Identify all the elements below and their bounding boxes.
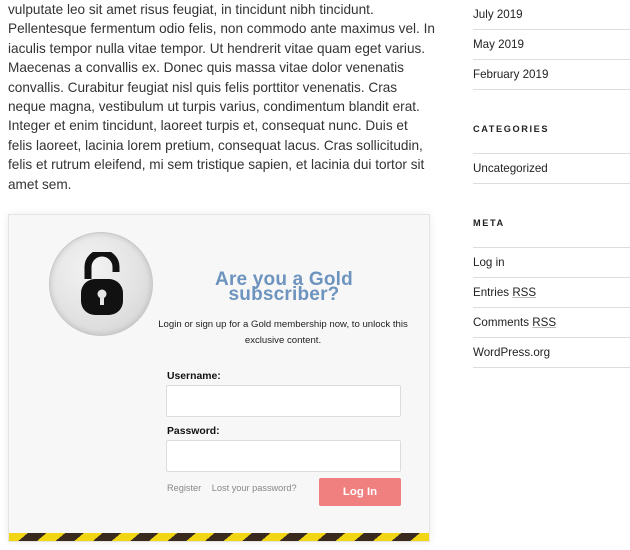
paywall-description: Login or sign up for a Gold membership n… <box>149 317 417 349</box>
login-button[interactable]: Log In <box>319 478 401 506</box>
categories-list: Uncategorized <box>473 153 630 184</box>
post-line: felis et rutrum eleifend, mi sem tristiq… <box>8 157 425 173</box>
comments-rss-prefix: Comments <box>473 316 533 329</box>
post-line: iaculis tempor nulla vitae tempor. Ut he… <box>8 40 426 56</box>
paywall-title: Are you a Gold subscriber? <box>184 270 384 305</box>
meta-list: Log in Entries RSS Comments RSS WordPres… <box>473 247 630 368</box>
lost-password-link[interactable]: Lost your password? <box>212 483 297 493</box>
post-line: Maecenas a convallis ex. Donec quis mass… <box>8 60 404 76</box>
meta-wordpress-link[interactable]: WordPress.org <box>473 338 630 368</box>
meta-comments-rss-link[interactable]: Comments RSS <box>473 308 630 338</box>
padlock-open-icon <box>49 232 153 336</box>
post-line: felis laoreet, lacinia lorem pretium, co… <box>8 137 423 153</box>
categories-widget-title: CATEGORIES <box>473 124 550 134</box>
paywall-description-line: Login or sign up for a Gold membership n… <box>158 319 408 330</box>
username-label: Username: <box>167 371 221 382</box>
hazard-stripe <box>9 533 429 541</box>
password-label: Password: <box>167 426 220 437</box>
meta-widget-title: META <box>473 218 505 228</box>
post-line: Integer et enim tincidunt, laoreet turpi… <box>8 118 408 134</box>
paywall-description-line: exclusive content. <box>244 335 322 346</box>
post-line: vulputate leo sit amet risus feugiat, in… <box>8 2 374 17</box>
post-body-text: vulputate leo sit amet risus feugiat, in… <box>8 0 438 194</box>
entries-rss-abbr: RSS <box>512 286 537 299</box>
post-line: neque magna, vestibulum ut turpis varius… <box>8 99 420 115</box>
category-link[interactable]: Uncategorized <box>473 154 630 184</box>
meta-login-link[interactable]: Log in <box>473 248 630 278</box>
username-input[interactable] <box>166 385 401 417</box>
post-line: convallis. Curabitur feugiat nisl quis f… <box>8 79 398 95</box>
archive-link[interactable]: May 2019 <box>473 30 630 60</box>
post-line: Pellentesque fermentum odio felis, non c… <box>8 21 435 37</box>
sidebar-archives-list: July 2019 May 2019 February 2019 <box>473 0 630 90</box>
padlock-open-icon-graphic <box>81 252 123 315</box>
paywall-login-box: Are you a Gold subscriber? Login or sign… <box>8 214 430 542</box>
password-input[interactable] <box>166 440 401 472</box>
register-link[interactable]: Register <box>167 483 201 493</box>
archive-link[interactable]: July 2019 <box>473 0 630 30</box>
entries-rss-prefix: Entries <box>473 286 513 299</box>
form-links: Register Lost your password? <box>167 483 305 493</box>
post-line: amet sem. <box>8 176 72 192</box>
comments-rss-abbr: RSS <box>532 316 557 329</box>
paywall-title-line: subscriber? <box>228 284 340 305</box>
meta-entries-rss-link[interactable]: Entries RSS <box>473 278 630 308</box>
archive-link[interactable]: February 2019 <box>473 60 630 90</box>
